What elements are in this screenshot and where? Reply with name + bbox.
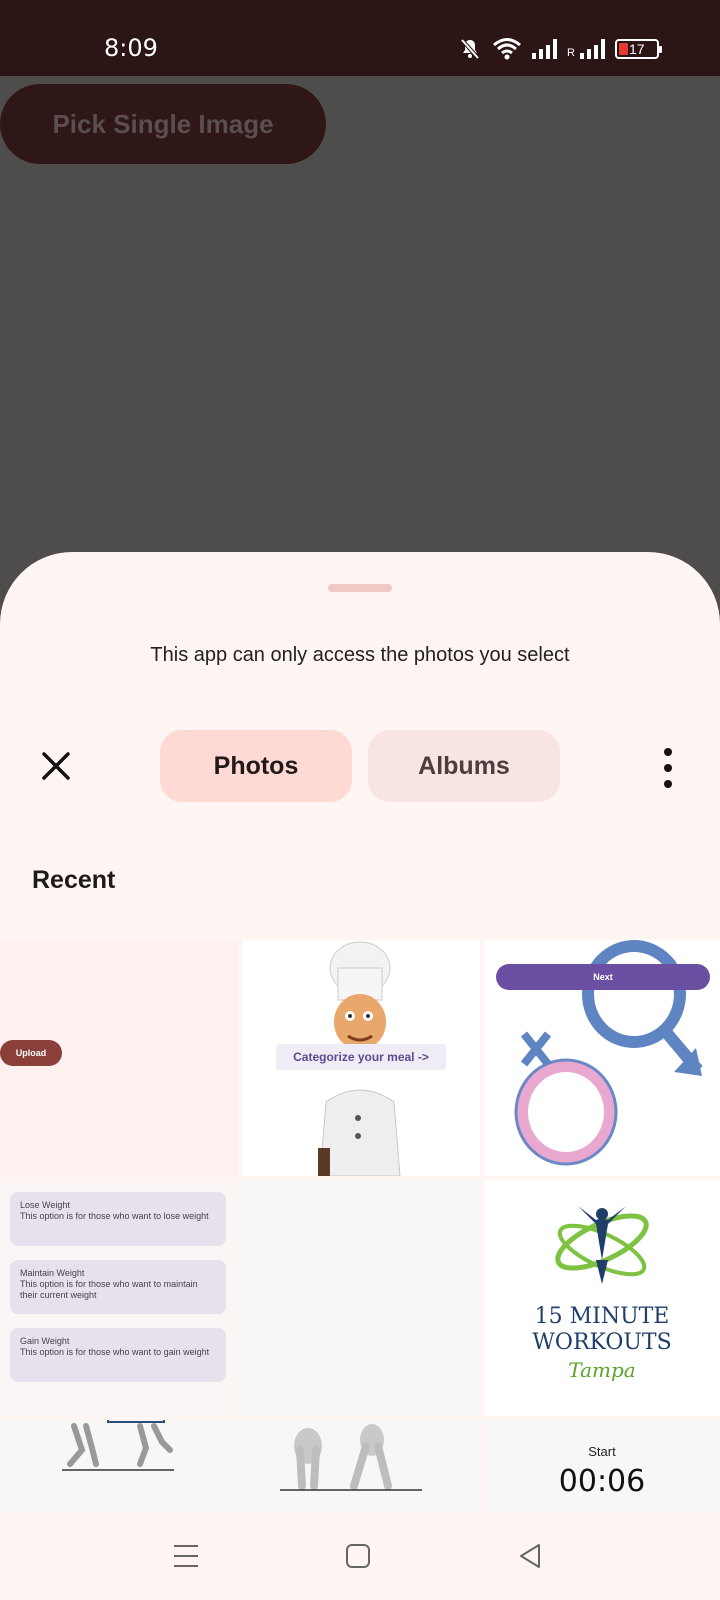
workout-line-1: 15 MINUTE <box>534 1304 670 1329</box>
navigation-bar <box>0 1512 720 1600</box>
goal-desc: This option is for those who want to gai… <box>20 1347 210 1357</box>
categorize-meal-pill-image: Categorize your meal -> <box>276 1044 446 1070</box>
battery-level: 17 <box>628 41 645 57</box>
home-square-icon <box>346 1544 370 1568</box>
back-button[interactable] <box>502 1528 558 1584</box>
roaming-label: R <box>567 47 575 59</box>
close-button[interactable] <box>36 746 76 786</box>
next-bar-image: Next <box>496 964 710 990</box>
back-triangle-icon <box>520 1544 540 1568</box>
status-time: 8:09 <box>104 34 158 62</box>
timer-value: 00:06 <box>558 1464 646 1499</box>
more-dot-icon <box>664 764 672 772</box>
status-bar: 8:09 R 17 <box>0 0 720 76</box>
photo-thumbnail[interactable]: Start 00:06 <box>484 1420 720 1516</box>
goal-desc: This option is for those who want to los… <box>20 1211 209 1221</box>
close-icon <box>42 752 70 780</box>
bell-off-icon <box>460 38 480 60</box>
more-dot-icon <box>664 780 672 788</box>
tab-photos[interactable]: Photos <box>160 730 352 802</box>
recents-button[interactable] <box>158 1528 214 1584</box>
battery-icon: 17 <box>614 39 662 59</box>
photo-thumbnail[interactable]: Lose Weight This option is for those who… <box>0 1180 238 1416</box>
upload-pill-image: Upload <box>0 1040 62 1066</box>
photo-picker-sheet: This app can only access the photos you … <box>0 552 720 1600</box>
photo-thumbnail[interactable] <box>242 1180 480 1416</box>
exercise-figures-icon <box>62 1420 174 1471</box>
workout-line-2: WORKOUTS <box>532 1330 672 1355</box>
goal-title: Gain Weight <box>20 1336 70 1346</box>
goal-card-image: Lose Weight This option is for those who… <box>10 1192 226 1246</box>
roaming-signal-icon: R <box>567 39 605 59</box>
access-notice: This app can only access the photos you … <box>150 644 570 666</box>
standing-figures-icon <box>280 1424 422 1491</box>
wifi-icon <box>493 38 521 60</box>
goal-desc: This option is for those who want to mai… <box>20 1279 198 1300</box>
more-dot-icon <box>664 748 672 756</box>
workout-city: Tampa <box>568 1358 636 1382</box>
home-button[interactable] <box>330 1528 386 1584</box>
goal-title: Maintain Weight <box>20 1268 85 1278</box>
photo-thumbnail[interactable]: Next <box>484 940 720 1176</box>
goal-card-image: Gain Weight This option is for those who… <box>10 1328 226 1382</box>
goal-card-image: Maintain Weight This option is for those… <box>10 1260 226 1314</box>
goal-title: Lose Weight <box>20 1200 70 1210</box>
photo-thumbnail[interactable] <box>0 1420 238 1516</box>
drag-handle[interactable] <box>328 584 392 592</box>
timer-start-label: Start <box>588 1444 616 1459</box>
workout-title-image: 15 MINUTE WORKOUTS <box>484 1304 720 1356</box>
status-icons: R 17 <box>458 34 662 64</box>
signal-icon <box>532 39 557 59</box>
photo-thumbnail[interactable]: 15 MINUTE WORKOUTS Tampa <box>484 1180 720 1416</box>
menu-icon <box>174 1545 198 1567</box>
section-title-recent: Recent <box>32 866 116 894</box>
tab-albums[interactable]: Albums <box>368 730 560 802</box>
pick-single-image-button[interactable]: Pick Single Image <box>0 84 326 164</box>
photo-thumbnail[interactable]: Upload <box>0 940 238 1176</box>
photo-thumbnail[interactable]: Categorize your meal -> <box>242 940 480 1176</box>
more-options-button[interactable] <box>656 748 680 788</box>
photo-thumbnail[interactable] <box>242 1420 480 1516</box>
